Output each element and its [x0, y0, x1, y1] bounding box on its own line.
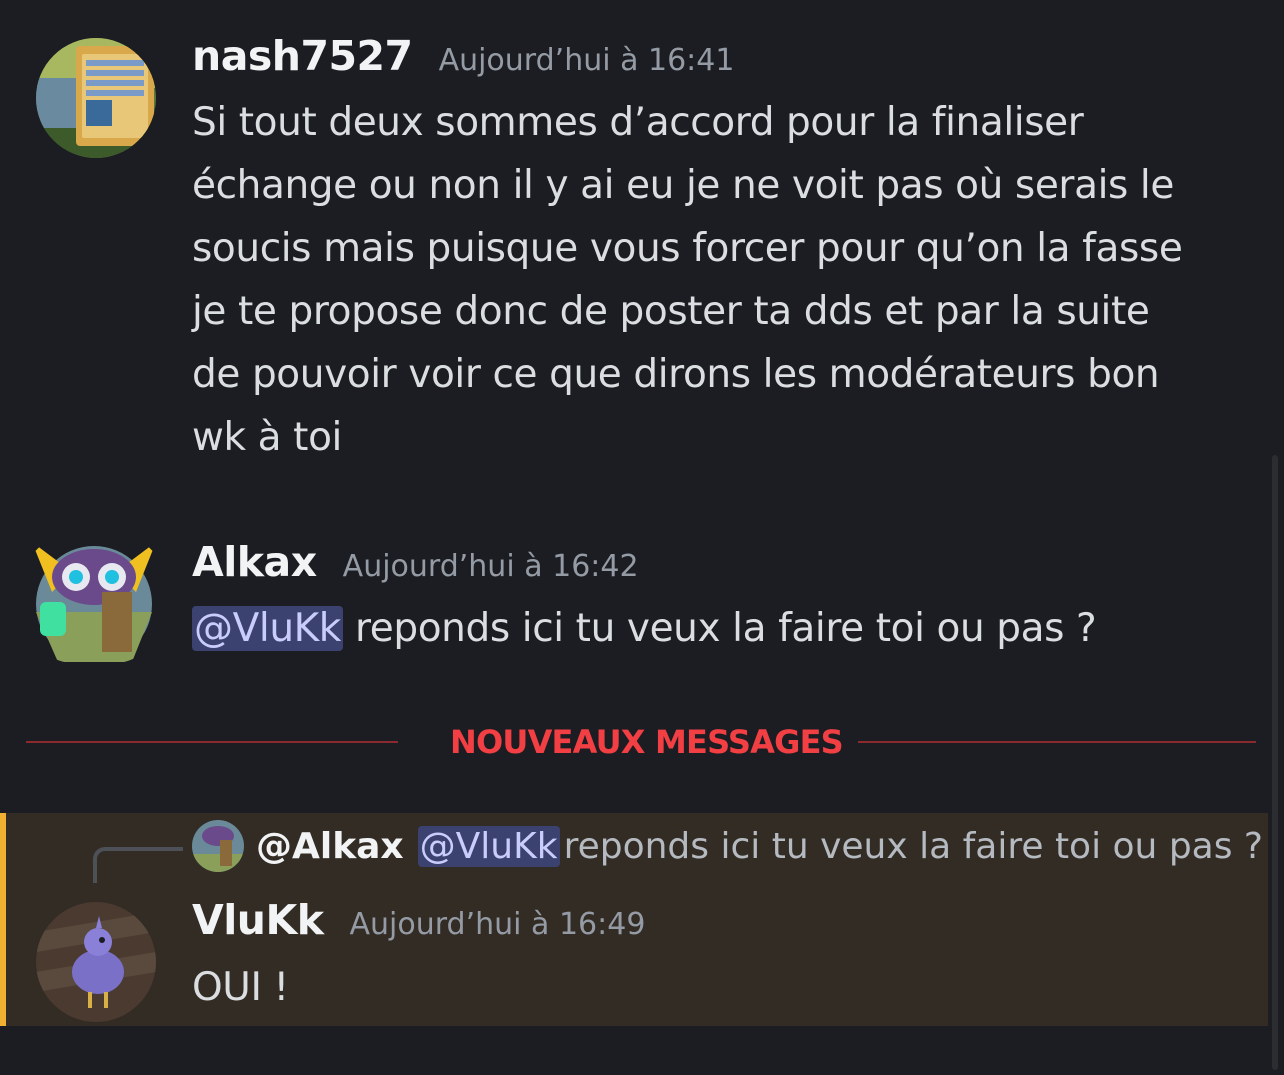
timestamp: Aujourd’hui à 16:42 — [342, 549, 639, 584]
owl-soldier-avatar-icon — [192, 820, 244, 872]
timestamp: Aujourd’hui à 16:41 — [438, 43, 735, 78]
message-line: wk à toi — [192, 415, 342, 460]
message-line: je te propose donc de poster ta dds et p… — [192, 289, 1150, 334]
message-text: reponds ici tu veux la faire toi ou pas … — [343, 606, 1097, 651]
reply-author[interactable]: @Alkax — [256, 826, 404, 867]
message-line: de pouvoir voir ce que dirons les modéra… — [192, 352, 1160, 397]
reply-spine — [93, 847, 183, 883]
reply-preview[interactable]: @Alkax @VluKk reponds ici tu veux la fair… — [192, 820, 1263, 872]
user-mention[interactable]: @VluKk — [192, 606, 343, 651]
owl-soldier-avatar-icon — [22, 532, 166, 664]
message-line: soucis mais puisque vous forcer pour qu’… — [192, 226, 1183, 271]
message-content: @VluKk reponds ici tu veux la faire toi … — [192, 597, 1097, 660]
message-content: OUI ! — [192, 956, 289, 1019]
divider-line — [26, 741, 398, 743]
timestamp: Aujourd’hui à 16:49 — [349, 907, 646, 942]
message-line: échange ou non il y ai eu je ne voit pas… — [192, 163, 1174, 208]
divider-line — [858, 741, 1256, 743]
highlight-bar — [0, 813, 6, 1026]
reply-message-text: reponds ici tu veux la faire toi ou pas … — [563, 825, 1264, 867]
message-header: VluKk Aujourd’hui à 16:49 — [192, 896, 645, 944]
avatar-vlukk[interactable] — [36, 902, 156, 1022]
avatar-alkax[interactable] — [22, 532, 166, 664]
message-header: nash7527 Aujourd’hui à 16:41 — [192, 32, 734, 80]
avatar-nash7527[interactable] — [36, 38, 156, 158]
username[interactable]: VluKk — [192, 896, 324, 944]
scrollbar[interactable] — [1272, 455, 1278, 1070]
username[interactable]: nash7527 — [192, 32, 413, 80]
reply-text: @VluKk reponds ici tu veux la faire toi o… — [417, 825, 1264, 867]
new-messages-label: NOUVEAUX MESSAGES — [450, 723, 844, 761]
purple-bird-avatar-icon — [36, 902, 156, 1022]
message-content: Si tout deux sommes d’accord pour la fin… — [192, 91, 1183, 469]
message-header: Alkax Aujourd’hui à 16:42 — [192, 538, 639, 586]
new-messages-divider: NOUVEAUX MESSAGES — [26, 723, 1256, 761]
message-text: OUI ! — [192, 965, 289, 1010]
reply-avatar — [192, 820, 244, 872]
message-line: Si tout deux sommes d’accord pour la fin… — [192, 100, 1084, 145]
username[interactable]: Alkax — [192, 538, 317, 586]
game-screenshot-avatar-icon — [36, 38, 156, 158]
user-mention[interactable]: @VluKk — [417, 825, 560, 867]
